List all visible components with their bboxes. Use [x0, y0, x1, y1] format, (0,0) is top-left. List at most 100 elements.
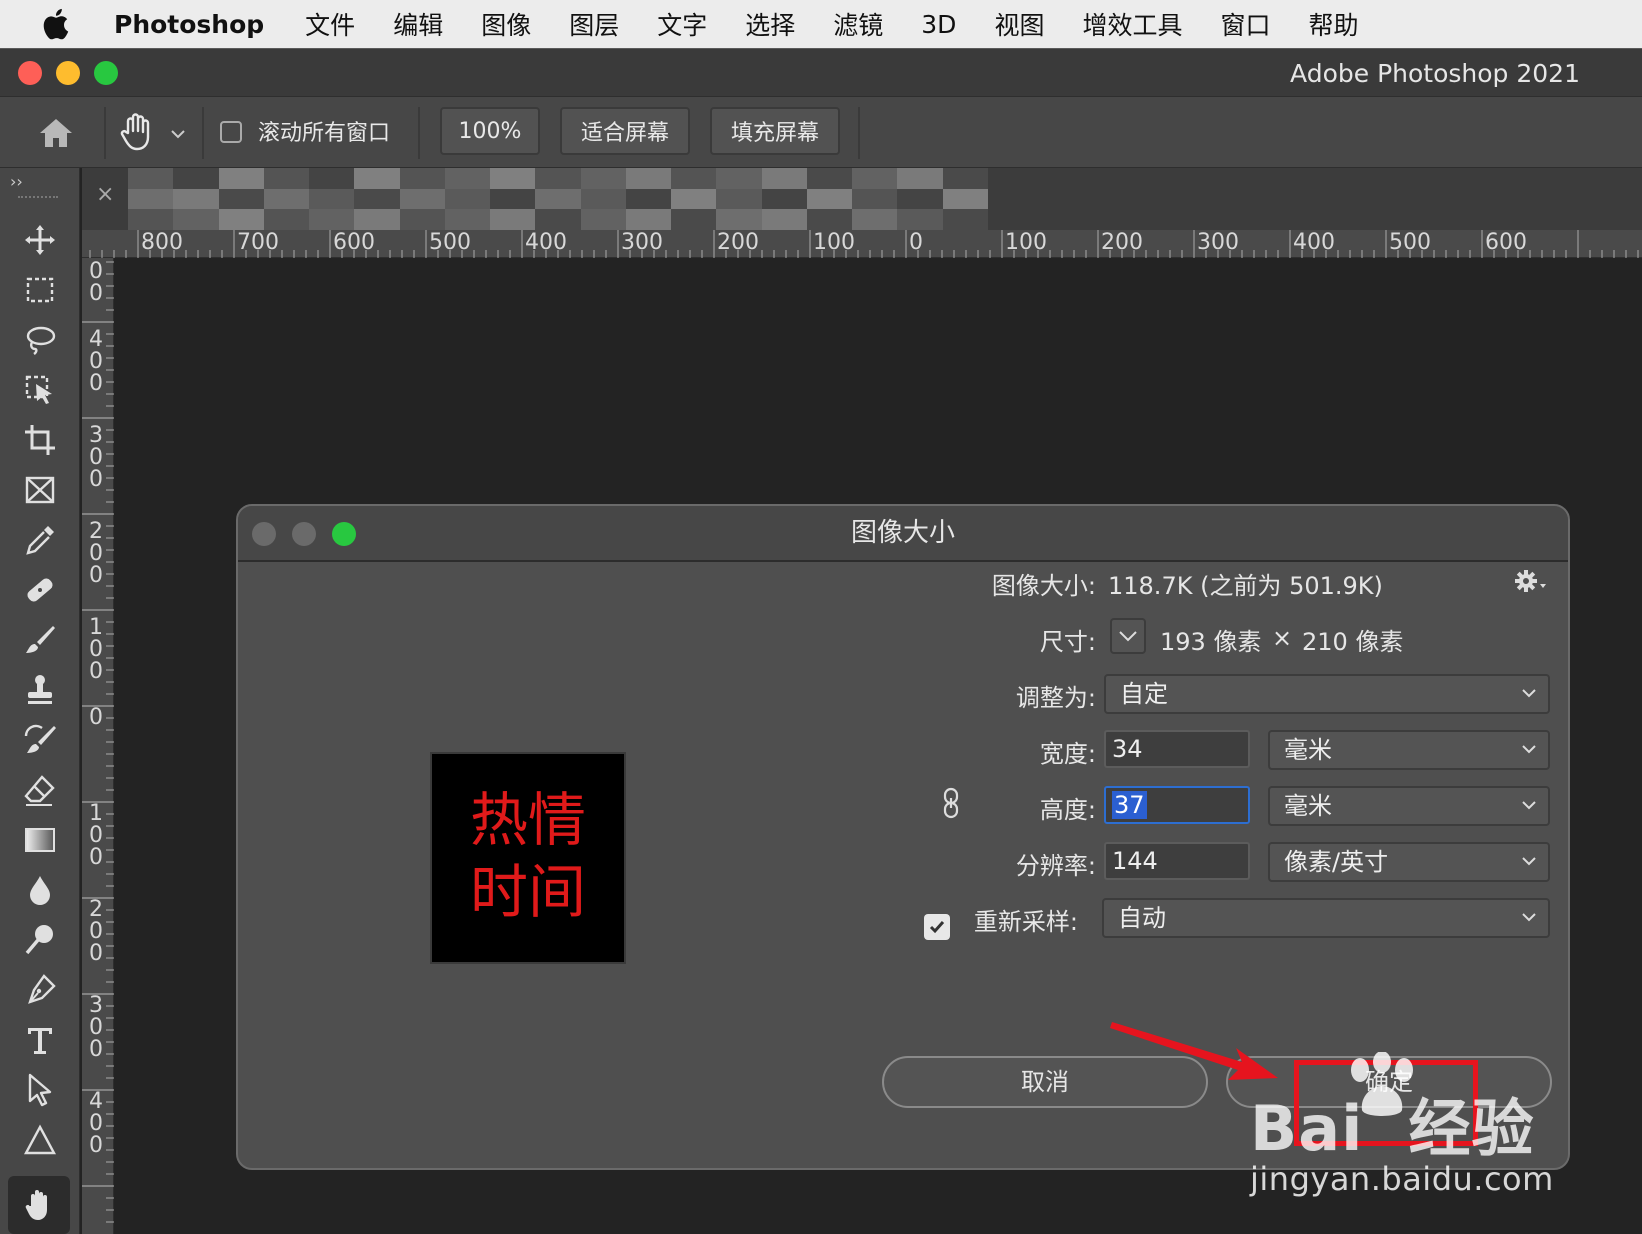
fit-to-value: 自定 [1120, 680, 1168, 708]
home-icon[interactable] [36, 113, 76, 153]
resample-select[interactable]: 自动 [1102, 898, 1550, 938]
dialog-zoom-button[interactable] [332, 522, 356, 546]
dimensions-dropdown[interactable] [1110, 618, 1146, 654]
mosaic-cell [309, 188, 355, 210]
menu-select[interactable]: 选择 [726, 6, 814, 42]
shape-tool-icon[interactable] [18, 1118, 62, 1162]
width-input[interactable]: 34 [1104, 730, 1250, 768]
mosaic-cell [173, 168, 219, 189]
resample-label: 重新采样: [973, 908, 1078, 936]
mosaic-cell [897, 209, 943, 230]
fit-to-select[interactable]: 自定 [1104, 674, 1550, 714]
ruler-h-label: 0 [909, 230, 923, 255]
path-selection-tool-icon[interactable] [18, 1068, 62, 1112]
menu-layer[interactable]: 图层 [550, 6, 638, 42]
type-tool-icon[interactable] [18, 1018, 62, 1062]
eraser-tool-icon[interactable] [18, 768, 62, 812]
dialog-close-button[interactable] [252, 522, 276, 546]
menu-type[interactable]: 文字 [638, 6, 726, 42]
mosaic-cell [218, 209, 264, 230]
menu-image[interactable]: 图像 [462, 6, 550, 42]
ruler-h-label: 300 [1197, 230, 1239, 255]
ruler-v-label: 0 [89, 371, 103, 396]
chevron-down-icon[interactable] [170, 125, 186, 139]
dodge-tool-icon[interactable] [18, 918, 62, 962]
horizontal-ruler: 800 700 600 500 400 300 200 100 0 100 200 300 400 500… [82, 230, 1642, 258]
blur-tool-icon[interactable] [18, 868, 62, 912]
mosaic-cell [128, 168, 174, 189]
dialog-title: 图像大小 [238, 506, 1568, 562]
close-tab-icon[interactable]: × [96, 182, 114, 207]
resample-checkbox[interactable] [924, 914, 950, 940]
ruler-h-label: 800 [141, 230, 183, 255]
lasso-tool-icon[interactable] [18, 318, 62, 362]
frame-tool-icon[interactable] [18, 468, 62, 512]
brush-tool-icon[interactable] [18, 618, 62, 662]
pen-tool-icon[interactable] [18, 968, 62, 1012]
mosaic-cell [444, 168, 491, 189]
ruler-v-label: 0 [89, 467, 103, 492]
gear-icon[interactable] [1514, 568, 1548, 596]
resolution-unit-value: 像素/英寸 [1284, 848, 1389, 876]
eyedropper-tool-icon[interactable] [18, 518, 62, 562]
object-selection-tool-icon[interactable] [18, 368, 62, 412]
resolution-input[interactable]: 144 [1104, 842, 1250, 880]
menu-edit[interactable]: 编辑 [374, 6, 462, 42]
healing-brush-tool-icon[interactable] [18, 568, 62, 612]
resample-value: 自动 [1118, 904, 1166, 932]
hand-tool-icon[interactable] [118, 111, 158, 153]
marquee-tool-icon[interactable] [18, 268, 62, 312]
gradient-tool-icon[interactable] [18, 818, 62, 862]
mosaic-cell [535, 168, 581, 189]
mosaic-cell [671, 188, 717, 210]
chevron-down-icon [1522, 688, 1536, 698]
menu-3d[interactable]: 3D [902, 10, 975, 39]
mosaic-cell [263, 188, 310, 210]
ruler-v-label: 0 [89, 845, 103, 870]
crop-tool-icon[interactable] [18, 418, 62, 462]
fill-screen-button[interactable]: 填充屏幕 [710, 107, 840, 155]
baidu-jingyan-watermark: Bai 经验 jingyan.baidu.com [1250, 1051, 1580, 1202]
zoom-100-button[interactable]: 100% [440, 107, 540, 155]
mosaic-cell [716, 168, 762, 189]
menu-photoshop[interactable]: Photoshop [110, 10, 286, 39]
menu-view[interactable]: 视图 [975, 6, 1063, 42]
fit-screen-button[interactable]: 适合屏幕 [560, 107, 690, 155]
mosaic-cell [716, 209, 762, 230]
height-unit-select[interactable]: 毫米 [1268, 786, 1550, 826]
resolution-unit-select[interactable]: 像素/英寸 [1268, 842, 1550, 882]
window-close-button[interactable] [18, 61, 42, 85]
height-unit-value: 毫米 [1284, 792, 1332, 820]
clone-stamp-tool-icon[interactable] [18, 668, 62, 712]
blurred-tab-title [128, 168, 988, 230]
menu-file[interactable]: 文件 [286, 6, 374, 42]
chevron-down-icon [1119, 631, 1137, 642]
dialog-minimize-button[interactable] [292, 522, 316, 546]
mosaic-cell [399, 188, 445, 210]
menu-window[interactable]: 窗口 [1201, 6, 1289, 42]
history-brush-tool-icon[interactable] [18, 718, 62, 762]
width-unit-select[interactable]: 毫米 [1268, 730, 1550, 770]
apple-icon[interactable] [0, 7, 110, 41]
image-preview[interactable]: 热情 时间 [430, 752, 626, 964]
mosaic-cell [218, 188, 264, 210]
menu-bar: Photoshop 文件 编辑 图像 图层 文字 选择 滤镜 3D 视图 增效工… [0, 0, 1642, 48]
panel-grip [18, 196, 58, 200]
window-zoom-button[interactable] [94, 61, 118, 85]
collapse-panel-icon[interactable]: ›› [10, 172, 23, 191]
preview-text-line2: 时间 [469, 858, 586, 926]
height-input[interactable]: 37 [1104, 786, 1250, 824]
move-tool-icon[interactable] [18, 218, 62, 262]
menu-help[interactable]: 帮助 [1289, 6, 1377, 42]
mosaic-cell [806, 209, 853, 230]
menu-filter[interactable]: 滤镜 [814, 6, 902, 42]
ruler-h-label: 500 [429, 230, 471, 255]
hand-tool-active-icon[interactable] [8, 1176, 70, 1234]
menu-plugins[interactable]: 增效工具 [1063, 6, 1201, 42]
ruler-v-label: 0 [89, 563, 103, 588]
constrain-proportions-link-icon[interactable] [940, 786, 962, 820]
window-minimize-button[interactable] [56, 61, 80, 85]
options-bar: 滚动所有窗口 100% 适合屏幕 填充屏幕 [0, 96, 1642, 168]
window-title: Adobe Photoshop 2021 [1290, 59, 1580, 88]
scroll-all-windows-checkbox[interactable] [220, 121, 242, 143]
